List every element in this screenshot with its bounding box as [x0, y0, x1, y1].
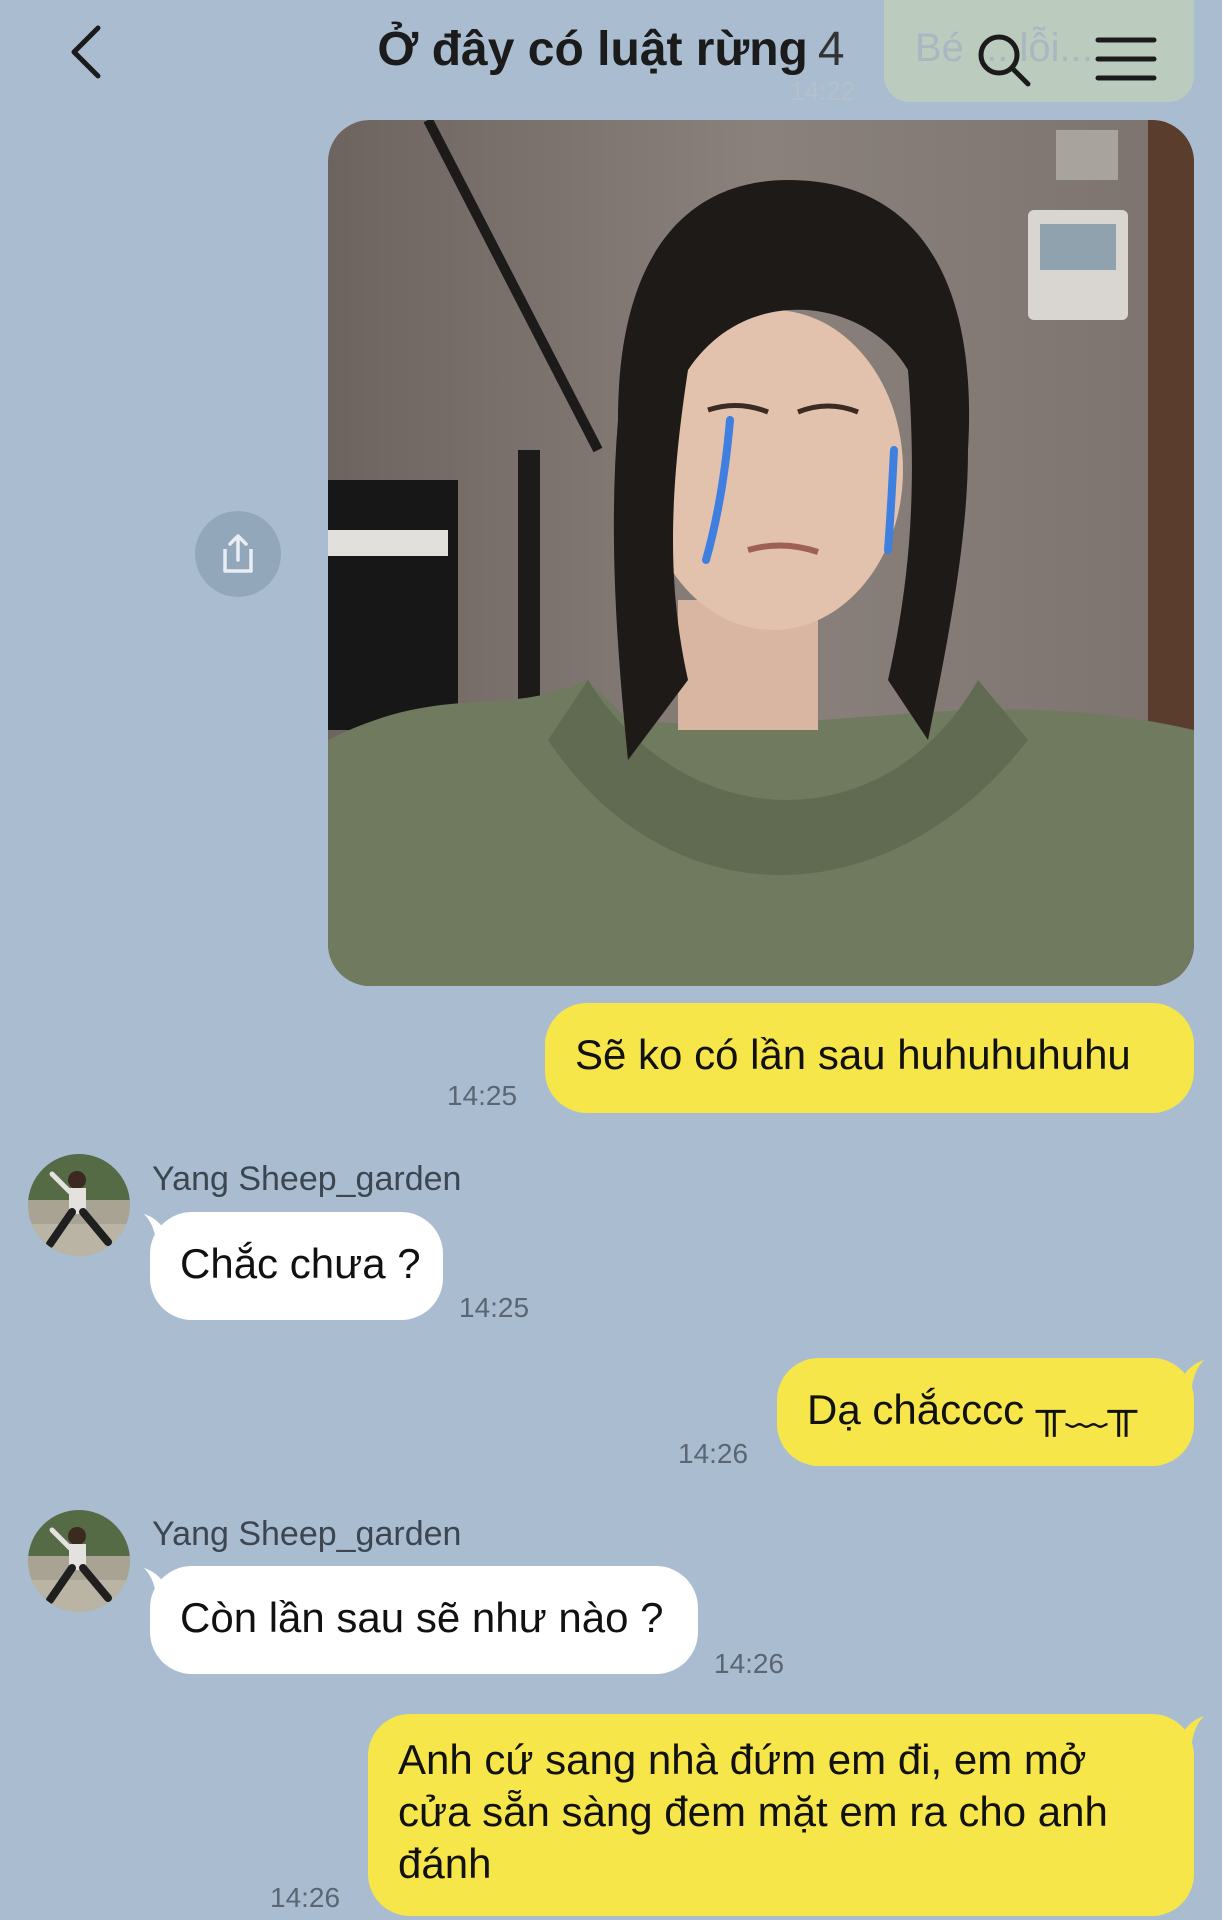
message-time: 14:26: [714, 1648, 785, 1679]
photo-message[interactable]: [328, 120, 1194, 986]
sender-name: Yang Sheep_garden: [152, 1515, 462, 1553]
crying-person-photo: [328, 120, 1194, 986]
menu-button[interactable]: [1094, 34, 1158, 84]
chat-title-text: Ở đây có luật rừng: [377, 23, 808, 76]
avatar-photo: [28, 1510, 130, 1612]
outgoing-message-bubble[interactable]: Anh cứ sang nhà đứm em đi, em mở cửa sẵn…: [368, 1714, 1194, 1916]
pinned-message-ghost-time: 14:22: [790, 76, 856, 106]
message-time: 14:25: [447, 1080, 518, 1111]
search-button[interactable]: [974, 30, 1034, 90]
message-time: 14:25: [459, 1292, 530, 1323]
message-text: Sẽ ko có lần sau huhuhuhuhu: [575, 1031, 1131, 1078]
menu-icon: [1095, 37, 1157, 81]
message-time: 14:26: [678, 1438, 749, 1469]
outgoing-message-bubble[interactable]: Sẽ ko có lần sau huhuhuhuhu: [545, 1003, 1194, 1113]
incoming-message-bubble[interactable]: Chắc chưa ?: [150, 1212, 443, 1320]
message-text: Còn lần sau sẽ như nào ?: [180, 1594, 664, 1641]
message-text: Anh cứ sang nhà đứm em đi, em mở cửa sẵn…: [398, 1736, 1108, 1887]
bubble-tail: [1178, 1716, 1204, 1742]
chat-title: Ở đây có luật rừng 4: [0, 22, 1222, 77]
share-icon: [223, 534, 253, 573]
avatar[interactable]: [28, 1154, 130, 1256]
outgoing-message-bubble[interactable]: Dạ chắcccc ╥﹏╥: [777, 1358, 1194, 1466]
incoming-message-bubble[interactable]: Còn lần sau sẽ như nào ?: [150, 1566, 698, 1674]
avatar[interactable]: [28, 1510, 130, 1612]
member-count: 4: [817, 23, 845, 76]
avatar-photo: [28, 1154, 130, 1256]
message-time: 14:26: [270, 1882, 341, 1913]
message-text: Dạ chắcccc ╥﹏╥: [807, 1386, 1138, 1433]
sender-name: Yang Sheep_garden: [152, 1160, 462, 1198]
bubble-tail: [1178, 1360, 1204, 1386]
search-icon: [978, 34, 1031, 87]
message-text: Chắc chưa ?: [180, 1240, 421, 1287]
share-button[interactable]: [195, 511, 281, 597]
